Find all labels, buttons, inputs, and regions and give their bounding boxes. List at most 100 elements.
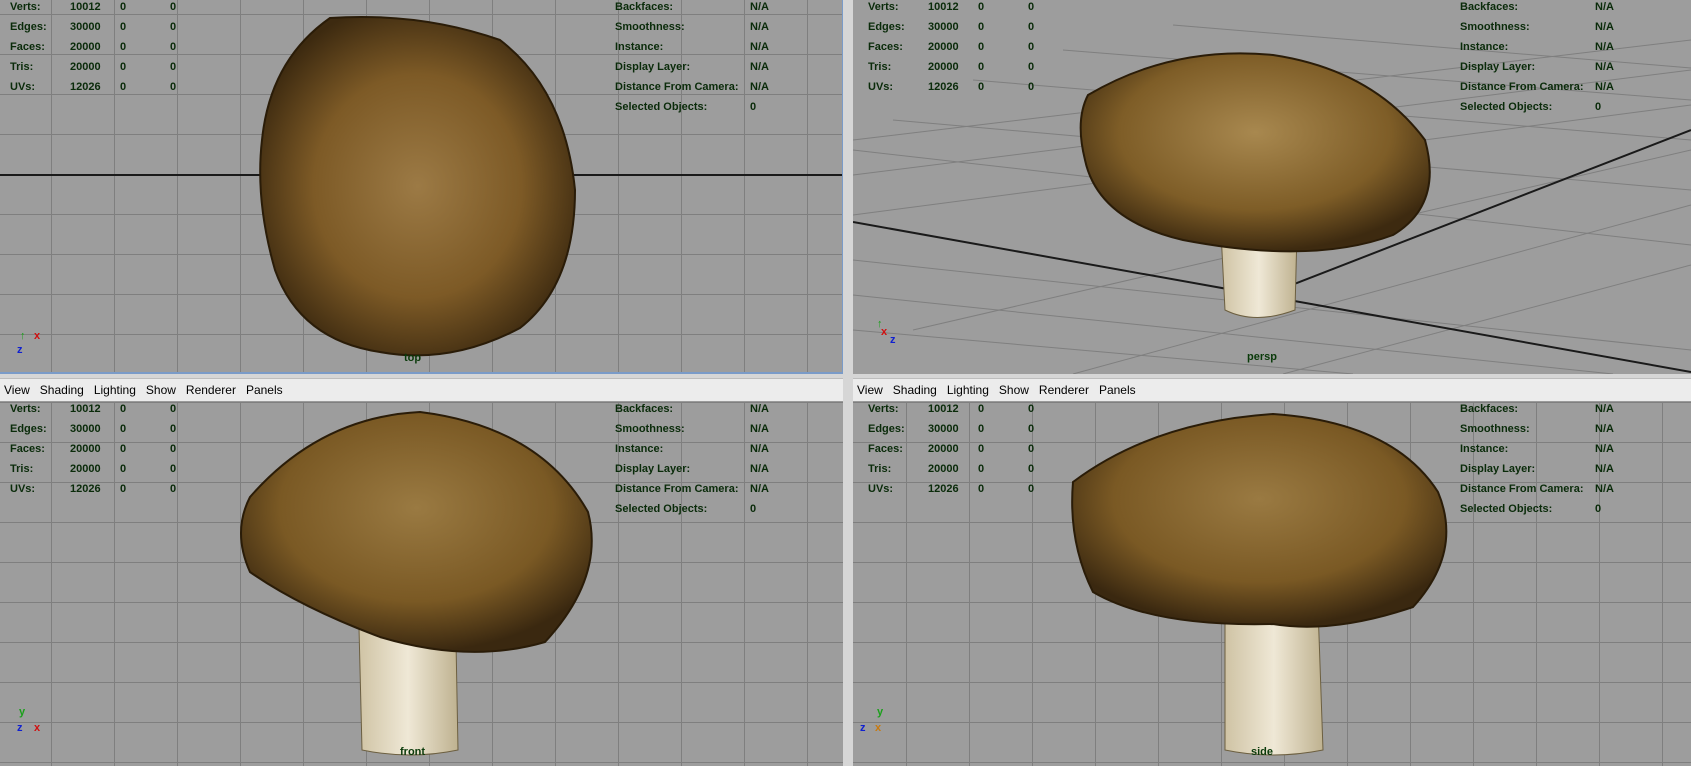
hud-label: Edges: xyxy=(868,423,905,435)
hud-value: 0 xyxy=(120,463,127,475)
hud-row-faces: Faces: 20000 0 0 xyxy=(10,439,200,459)
hud-label: Faces: xyxy=(10,41,45,53)
hud-label: Verts: xyxy=(10,403,41,415)
hud-value: N/A xyxy=(1595,463,1614,475)
hud-row-distance: Distance From Camera: N/A xyxy=(1460,479,1635,499)
hud-label: Distance From Camera: xyxy=(615,483,739,495)
hud-value: N/A xyxy=(1595,61,1614,73)
hud-label: Smoothness: xyxy=(1460,423,1530,435)
hud-row-selected: Selected Objects: 0 xyxy=(1460,499,1635,519)
hud-poly-count: Verts: 10012 0 0 Edges: 30000 0 0 Faces: 20000 0… xyxy=(868,0,1058,97)
hud-row-uvs: UVs: 12026 0 0 xyxy=(10,77,200,97)
hud-row-instance: Instance: N/A xyxy=(1460,37,1635,57)
hud-value: 0 xyxy=(120,21,127,33)
hud-value: N/A xyxy=(750,403,769,415)
menu-lighting[interactable]: Lighting xyxy=(92,383,138,397)
hud-value: N/A xyxy=(1595,483,1614,495)
hud-value: 0 xyxy=(120,423,127,435)
viewport-top[interactable]: Verts: 10012 0 0 Edges: 30000 0 0 Faces: 20000 0… xyxy=(0,0,843,374)
hud-value: 10012 xyxy=(70,1,101,13)
hud-label: Backfaces: xyxy=(615,403,674,415)
hud-value: 0 xyxy=(120,483,127,495)
hud-row-edges: Edges: 30000 0 0 xyxy=(10,419,200,439)
pane-splitter-vertical[interactable] xyxy=(843,0,853,766)
hud-label: Distance From Camera: xyxy=(615,81,739,93)
hud-row-verts: Verts: 10012 0 0 xyxy=(10,402,200,419)
hud-row-selected: Selected Objects: 0 xyxy=(615,97,790,117)
hud-row-display-layer: Display Layer: N/A xyxy=(615,57,790,77)
menu-show[interactable]: Show xyxy=(144,383,178,397)
menu-panels[interactable]: Panels xyxy=(244,383,285,397)
hud-value: 0 xyxy=(170,81,177,93)
hud-value: 0 xyxy=(978,463,985,475)
hud-value: 12026 xyxy=(928,81,959,93)
menu-show[interactable]: Show xyxy=(997,383,1031,397)
camera-label-top: top xyxy=(404,352,422,364)
hud-value: 0 xyxy=(170,443,177,455)
menu-shading[interactable]: Shading xyxy=(891,383,939,397)
hud-label: Backfaces: xyxy=(615,1,674,13)
hud-value: 0 xyxy=(170,463,177,475)
hud-value: 0 xyxy=(1028,483,1035,495)
axis-z-label: z xyxy=(860,722,866,734)
hud-label: Backfaces: xyxy=(1460,403,1519,415)
hud-row-edges: Edges: 30000 0 0 xyxy=(868,419,1058,439)
hud-label: Display Layer: xyxy=(1460,463,1536,475)
hud-row-uvs: UVs: 12026 0 0 xyxy=(868,479,1058,499)
hud-label: Edges: xyxy=(868,21,905,33)
axis-x-label: x xyxy=(34,330,41,342)
menu-view[interactable]: View xyxy=(855,383,885,397)
hud-value: N/A xyxy=(1595,423,1614,435)
hud-object-info: Backfaces: N/A Smoothness: N/A Instance: N/… xyxy=(1460,0,1635,117)
menu-shading[interactable]: Shading xyxy=(38,383,86,397)
hud-value: 0 xyxy=(1028,41,1035,53)
menu-panels[interactable]: Panels xyxy=(1097,383,1138,397)
hud-row-backfaces: Backfaces: N/A xyxy=(1460,402,1635,419)
hud-row-uvs: UVs: 12026 0 0 xyxy=(10,479,200,499)
hud-value: 30000 xyxy=(928,423,959,435)
hud-row-selected: Selected Objects: 0 xyxy=(615,499,790,519)
menu-view[interactable]: View xyxy=(2,383,32,397)
hud-value: 0 xyxy=(978,443,985,455)
hud-row-tris: Tris: 20000 0 0 xyxy=(868,459,1058,479)
hud-value: 10012 xyxy=(928,403,959,415)
hud-row-backfaces: Backfaces: N/A xyxy=(615,0,790,17)
viewport-persp[interactable]: Verts: 10012 0 0 Edges: 30000 0 0 Faces: 20000 0… xyxy=(853,0,1691,374)
menu-renderer[interactable]: Renderer xyxy=(184,383,238,397)
axis-z-label: z xyxy=(17,344,23,356)
hud-value: 0 xyxy=(1028,463,1035,475)
hud-label: Display Layer: xyxy=(615,61,691,73)
menu-renderer[interactable]: Renderer xyxy=(1037,383,1091,397)
hud-label: Verts: xyxy=(868,1,899,13)
viewport-side[interactable]: Verts: 10012 0 0 Edges: 30000 0 0 Faces: 20000 0… xyxy=(853,402,1691,766)
hud-row-faces: Faces: 20000 0 0 xyxy=(868,37,1058,57)
hud-value: 0 xyxy=(170,483,177,495)
menu-lighting[interactable]: Lighting xyxy=(945,383,991,397)
hud-label: Smoothness: xyxy=(615,21,685,33)
hud-value: 12026 xyxy=(70,483,101,495)
hud-poly-count: Verts: 10012 0 0 Edges: 30000 0 0 Faces: 20000 0… xyxy=(10,0,200,97)
hud-label: Faces: xyxy=(10,443,45,455)
hud-row-smoothness: Smoothness: N/A xyxy=(615,17,790,37)
hud-label: Instance: xyxy=(615,41,664,53)
hud-value: 0 xyxy=(1028,21,1035,33)
hud-value: 0 xyxy=(120,403,127,415)
hud-label: Display Layer: xyxy=(615,463,691,475)
hud-value: 0 xyxy=(170,423,177,435)
hud-value: 0 xyxy=(978,21,985,33)
panel-menubar-front: View Shading Lighting Show Renderer Pane… xyxy=(0,378,843,402)
hud-label: UVs: xyxy=(868,483,894,495)
hud-row-faces: Faces: 20000 0 0 xyxy=(868,439,1058,459)
hud-label: Selected Objects: xyxy=(1460,101,1553,113)
hud-label: Instance: xyxy=(1460,41,1509,53)
hud-value: N/A xyxy=(1595,21,1614,33)
hud-object-info: Backfaces: N/A Smoothness: N/A Instance: N/… xyxy=(1460,402,1635,519)
hud-object-info: Backfaces: N/A Smoothness: N/A Instance: N/… xyxy=(615,402,790,519)
hud-label: UVs: xyxy=(10,81,36,93)
hud-value: 0 xyxy=(170,61,177,73)
hud-label: Display Layer: xyxy=(1460,61,1536,73)
hud-label: Tris: xyxy=(868,61,892,73)
hud-label: Distance From Camera: xyxy=(1460,81,1584,93)
hud-row-distance: Distance From Camera: N/A xyxy=(615,479,790,499)
viewport-front[interactable]: Verts: 10012 0 0 Edges: 30000 0 0 Faces: 20000 0… xyxy=(0,402,843,766)
